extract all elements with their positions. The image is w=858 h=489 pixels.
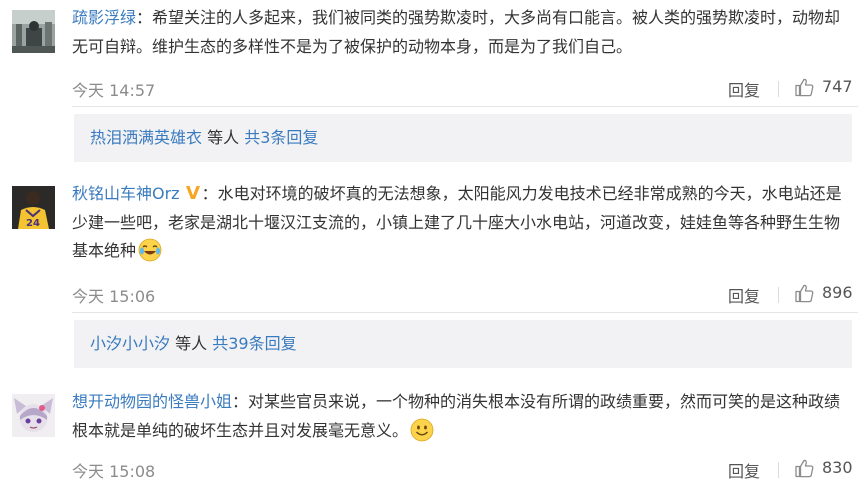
comment-text: 秋铭山车神Orz ：水电对环境的破坏真的无法想象，太阳能风力发电技术已经非常成熟的… <box>72 180 844 266</box>
reply-thread-box[interactable]: 热泪洒满英雄衣 等人 共3条回复 <box>74 114 852 162</box>
comment-text: 想开动物园的怪兽小姐：对某些官员来说，一个物种的消失根本没有所谓的政绩重要，然而… <box>72 388 844 445</box>
avatar[interactable] <box>12 10 55 53</box>
comment-time: 今天 15:06 <box>72 287 156 306</box>
comment-meta: 今天 14:57 回复 747 <box>72 77 858 101</box>
comment-meta: 今天 15:06 回复 896 <box>72 283 858 307</box>
thread-reply-count[interactable]: 共39条回复 <box>212 334 296 353</box>
like-count: 896 <box>822 283 853 302</box>
comment-username[interactable]: 秋铭山车神Orz <box>72 184 180 203</box>
reply-thread-box[interactable]: 小汐小小汐 等人 共39条回复 <box>74 320 852 368</box>
svg-text:24: 24 <box>26 218 40 229</box>
divider <box>72 312 858 313</box>
thread-reply-count[interactable]: 共3条回复 <box>244 128 318 147</box>
colon: ： <box>136 8 153 27</box>
colon: ： <box>201 184 218 203</box>
thumbs-up-icon <box>795 284 814 303</box>
divider <box>778 462 779 478</box>
reply-button[interactable]: 回复 <box>728 283 760 307</box>
comment-username[interactable]: 疏影浮绿 <box>72 8 136 27</box>
reply-button[interactable]: 回复 <box>728 77 760 101</box>
like-count: 747 <box>822 77 853 96</box>
comment-time: 今天 14:57 <box>72 81 156 100</box>
thread-middle-text: 等人 <box>202 128 245 147</box>
thread-middle-text: 等人 <box>170 334 213 353</box>
avatar[interactable] <box>12 394 55 437</box>
reply-button[interactable]: 回复 <box>728 458 760 482</box>
comment-body: 希望关注的人多起来，我们被同类的强势欺凌时，大多尚有口能言。被人类的强势欺凌时，… <box>72 8 841 56</box>
like-count: 830 <box>822 458 853 477</box>
divider <box>778 287 779 303</box>
divider <box>72 106 858 107</box>
crying-laughing-emoji-icon <box>138 238 162 262</box>
thread-username[interactable]: 热泪洒满英雄衣 <box>90 128 202 147</box>
smiley-emoji-icon <box>410 418 434 441</box>
divider <box>778 81 779 97</box>
comment-username[interactable]: 想开动物园的怪兽小姐 <box>72 392 232 411</box>
gold-v-verified-icon <box>185 186 200 199</box>
comment-time: 今天 15:08 <box>72 462 156 481</box>
thumbs-up-icon <box>795 78 814 97</box>
thread-username[interactable]: 小汐小小汐 <box>90 334 170 353</box>
colon: ： <box>232 392 249 411</box>
comment-text: 疏影浮绿：希望关注的人多起来，我们被同类的强势欺凌时，大多尚有口能言。被人类的强… <box>72 4 844 61</box>
avatar[interactable]: 24 <box>12 186 55 229</box>
comment-meta: 今天 15:08 回复 830 <box>72 458 858 482</box>
thumbs-up-icon <box>795 459 814 478</box>
